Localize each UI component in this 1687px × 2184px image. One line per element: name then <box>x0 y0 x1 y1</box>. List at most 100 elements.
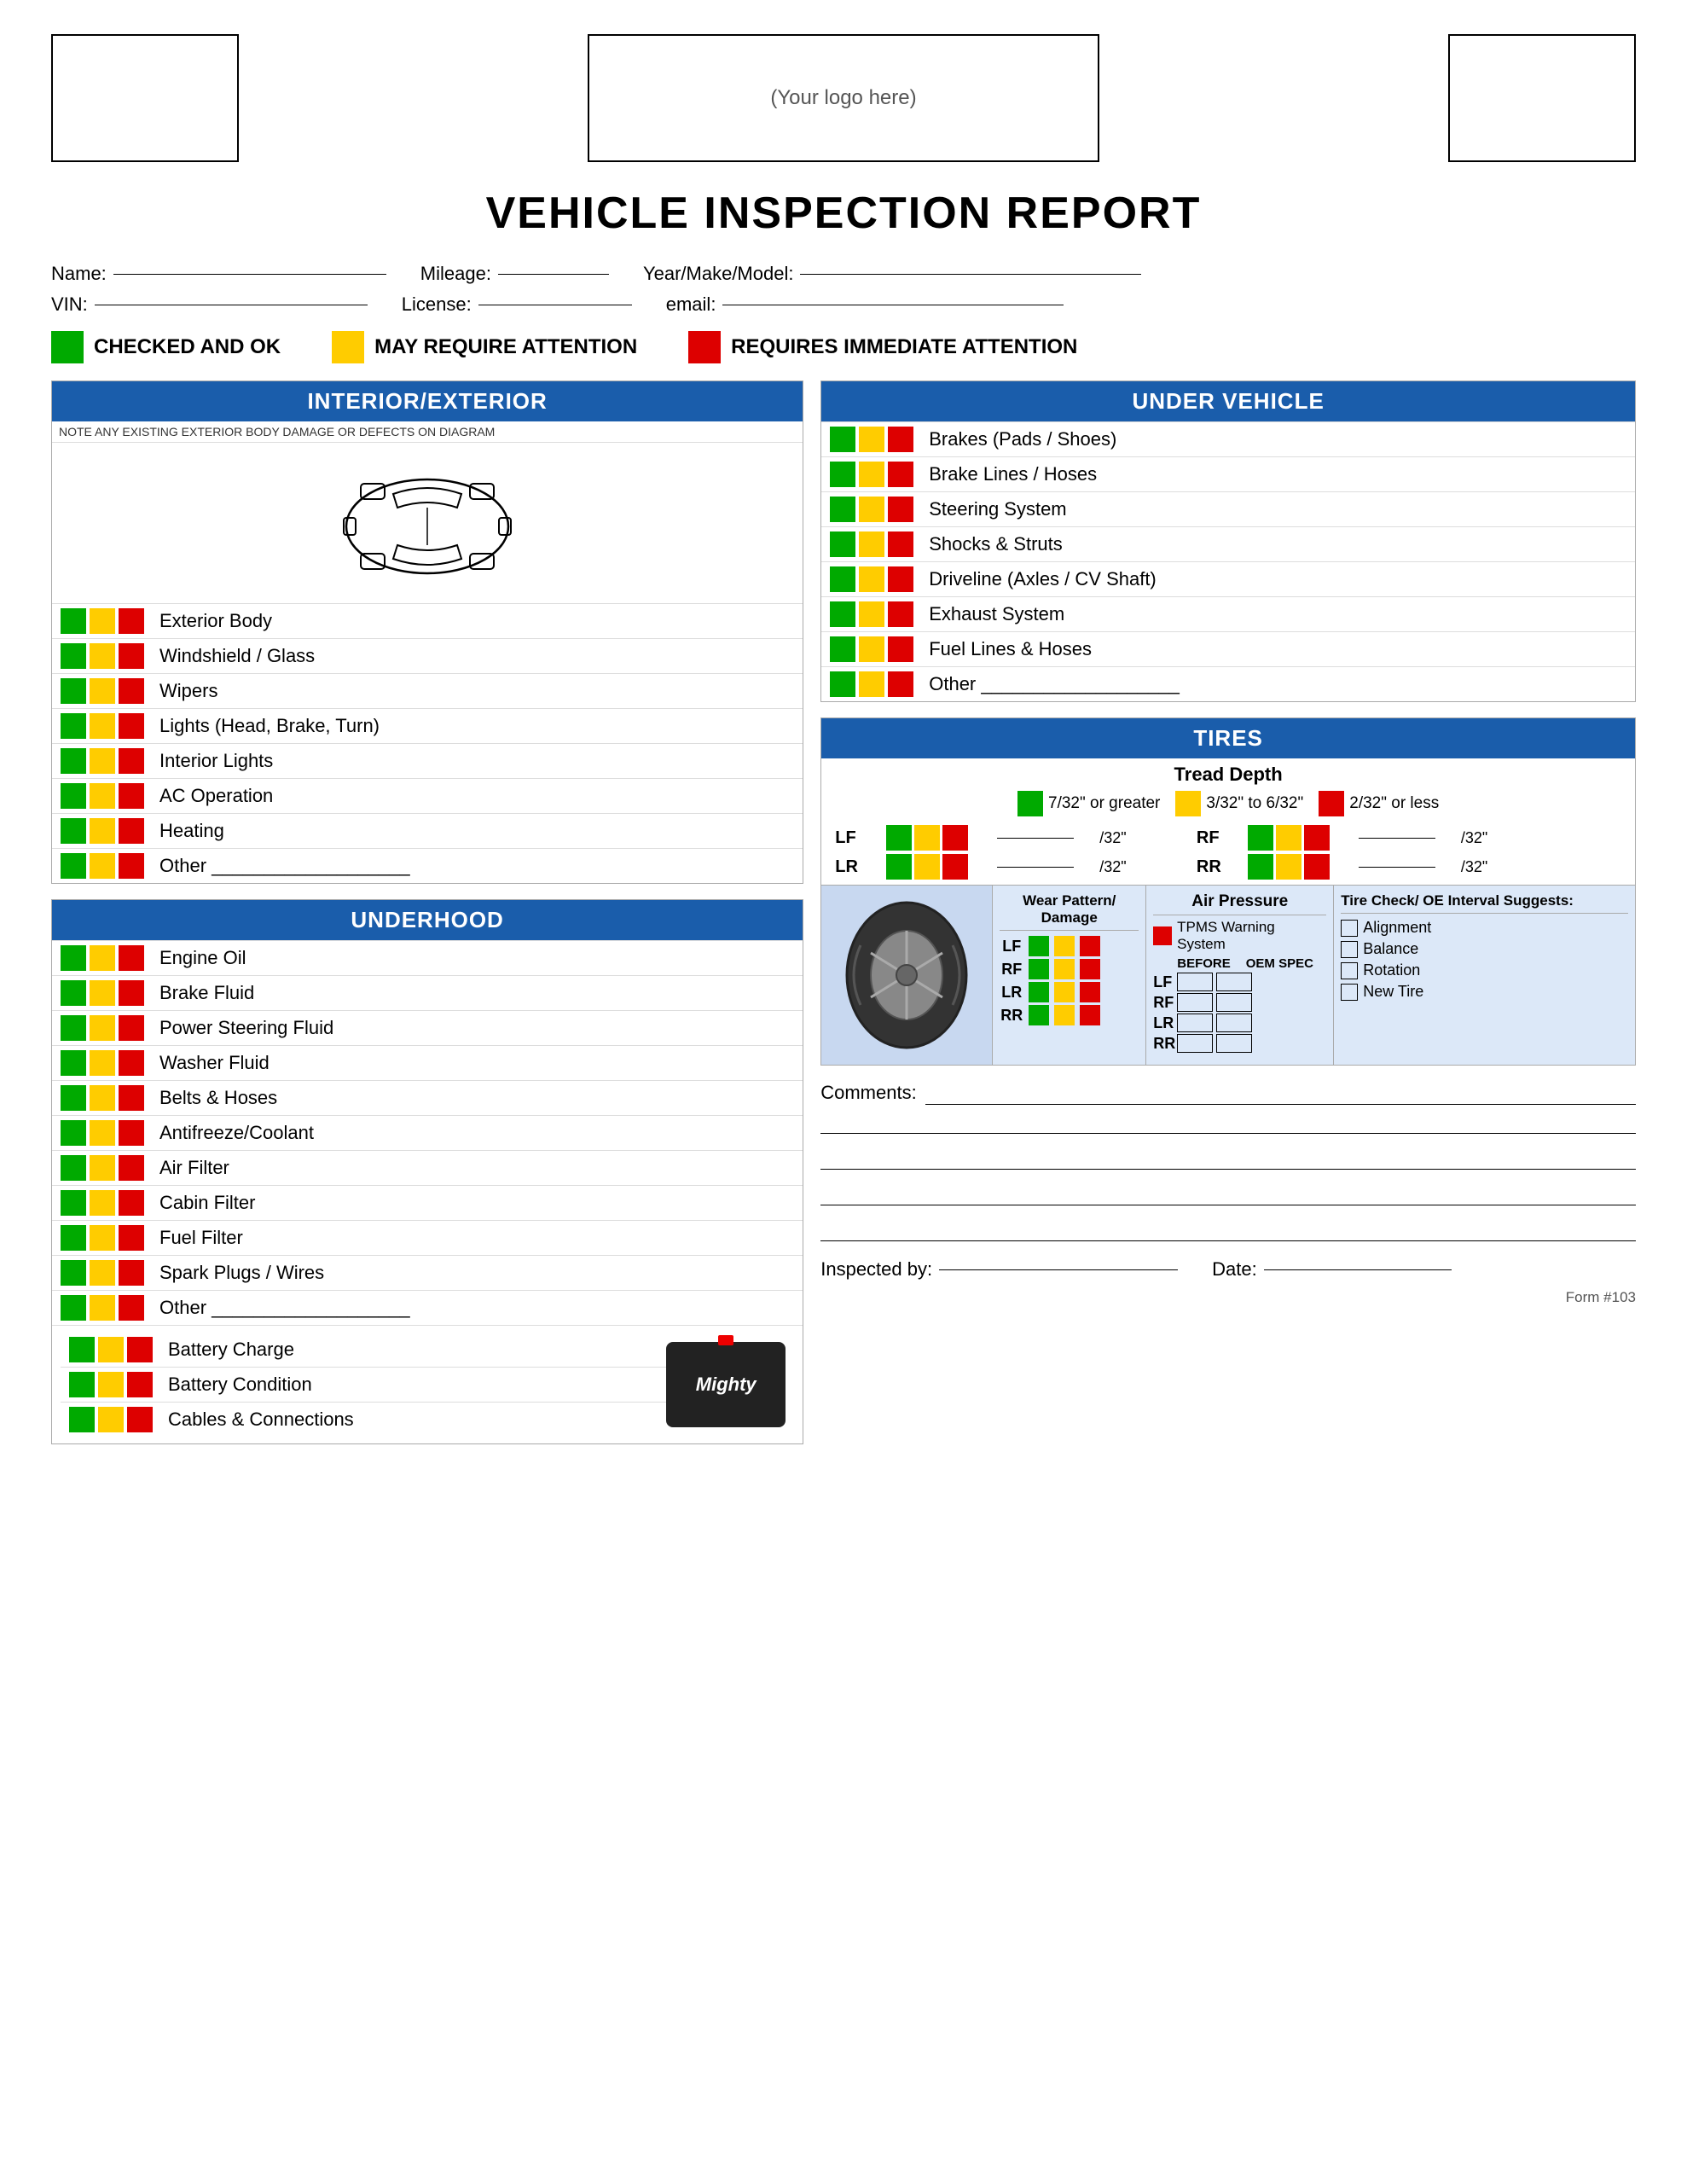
green-box <box>61 643 86 669</box>
yellow-box <box>90 853 115 879</box>
red-box <box>888 427 913 452</box>
underhood-item-label-6: Air Filter <box>159 1157 229 1179</box>
comment-line-5[interactable] <box>820 1217 1636 1241</box>
main-content: INTERIOR/EXTERIOR NOTE ANY EXISTING EXTE… <box>51 380 1636 1460</box>
red-box <box>119 643 144 669</box>
underhood-item-0: Engine Oil <box>52 940 803 975</box>
name-input[interactable] <box>113 274 386 275</box>
form-line-2: VIN: License: email: <box>51 293 1636 316</box>
air-positions: LFRFLRRR <box>1153 973 1326 1053</box>
wear-pattern-title: Wear Pattern/ Damage <box>1000 892 1139 931</box>
rr-reading[interactable] <box>1359 867 1435 868</box>
underhood-items: Engine OilBrake FluidPower Steering Flui… <box>52 940 803 1325</box>
underhood-item-9: Spark Plugs / Wires <box>52 1255 803 1290</box>
uv-item-5: Exhaust System <box>821 596 1635 631</box>
rf-color-boxes <box>1248 825 1330 851</box>
check-box-new-tire[interactable] <box>1341 984 1358 1001</box>
air-pos-label-rr: RR <box>1153 1035 1174 1053</box>
lf-label: LF <box>835 828 861 848</box>
yellow-box <box>859 671 884 697</box>
yellow-wear-rf <box>1054 959 1075 979</box>
rr-red <box>1304 854 1330 880</box>
check-item-label-3: New Tire <box>1363 983 1423 1001</box>
green-box <box>830 497 855 522</box>
yellow-box <box>859 636 884 662</box>
check-box-alignment[interactable] <box>1341 920 1358 937</box>
uv-item-label-4: Driveline (Axles / CV Shaft) <box>929 568 1157 590</box>
color-boxes <box>61 945 144 971</box>
red-wear-rf <box>1080 959 1100 979</box>
mileage-input[interactable] <box>498 274 609 275</box>
color-boxes <box>61 1120 144 1146</box>
comments-input[interactable] <box>925 1081 1636 1105</box>
air-oemspec-rf[interactable] <box>1216 993 1252 1012</box>
tread-green: 7/32" or greater <box>1017 791 1160 816</box>
lf-red <box>942 825 968 851</box>
oemspec-label: OEM SPEC <box>1246 956 1313 971</box>
red-box <box>888 462 913 487</box>
color-boxes <box>61 608 144 634</box>
mileage-field: Mileage: <box>420 263 609 285</box>
air-oemspec-rr[interactable] <box>1216 1034 1252 1053</box>
logo-center: (Your logo here) <box>588 34 1099 162</box>
battery-item-0: Battery Charge <box>61 1333 666 1367</box>
tpms-label: TPMS Warning System <box>1177 919 1326 953</box>
yellow-box <box>90 608 115 634</box>
check-box-balance[interactable] <box>1341 941 1358 958</box>
lf-reading[interactable] <box>997 838 1074 839</box>
air-pos-label-lf: LF <box>1153 973 1174 991</box>
tire-readings: LF /32" RF <box>821 822 1635 885</box>
ie-item-5: AC Operation <box>52 778 803 813</box>
yellow-wear-rr <box>1054 1005 1075 1025</box>
air-before-rf[interactable] <box>1177 993 1213 1012</box>
comment-line-3[interactable] <box>820 1146 1636 1170</box>
battery-item-2: Cables & Connections <box>61 1402 666 1437</box>
comments-section: Comments: Inspected by: Date: Form #103 <box>820 1081 1636 1306</box>
air-oemspec-lf[interactable] <box>1216 973 1252 991</box>
uv-item-label-0: Brakes (Pads / Shoes) <box>929 428 1116 450</box>
yellow-box <box>98 1407 124 1432</box>
tread-green-label: 7/32" or greater <box>1048 794 1160 813</box>
uv-item-label-5: Exhaust System <box>929 603 1064 625</box>
air-before-rr[interactable] <box>1177 1034 1213 1053</box>
battery-item-label-1: Battery Condition <box>168 1374 312 1396</box>
yellow-box <box>90 1190 115 1216</box>
tire-image-col <box>821 886 992 1065</box>
date-input[interactable] <box>1264 1269 1452 1270</box>
red-wear-lr <box>1080 982 1100 1002</box>
tires-header: TIRES <box>821 718 1635 758</box>
inspected-by-input[interactable] <box>939 1269 1178 1270</box>
red-label: REQUIRES IMMEDIATE ATTENTION <box>731 335 1077 359</box>
green-wear-lf <box>1029 936 1049 956</box>
green-wear-rf <box>1029 959 1049 979</box>
date-field: Date: <box>1212 1258 1452 1281</box>
check-box-rotation[interactable] <box>1341 962 1358 979</box>
green-box <box>61 1225 86 1251</box>
color-boxes <box>69 1372 153 1397</box>
comment-line-2[interactable] <box>820 1110 1636 1134</box>
color-boxes <box>61 980 144 1006</box>
lr-reading[interactable] <box>997 867 1074 868</box>
underhood-item-7: Cabin Filter <box>52 1185 803 1220</box>
date-label: Date: <box>1212 1258 1257 1281</box>
air-before-lf[interactable] <box>1177 973 1213 991</box>
color-boxes <box>830 497 913 522</box>
legend-green: CHECKED AND OK <box>51 331 281 363</box>
rf-unit: /32" <box>1461 829 1487 847</box>
color-boxes <box>830 636 913 662</box>
logo-left <box>51 34 239 162</box>
green-wear-rr <box>1029 1005 1049 1025</box>
yellow-box <box>90 945 115 971</box>
red-box <box>119 1260 144 1286</box>
red-box <box>127 1337 153 1362</box>
color-boxes <box>61 1190 144 1216</box>
air-before-lr[interactable] <box>1177 1014 1213 1032</box>
wear-pos-lf: LF <box>1000 936 1139 956</box>
year-make-model-input[interactable] <box>800 274 1141 275</box>
red-box <box>119 853 144 879</box>
yellow-box <box>859 601 884 627</box>
comment-line-4[interactable] <box>820 1182 1636 1205</box>
air-oemspec-lr[interactable] <box>1216 1014 1252 1032</box>
rf-reading[interactable] <box>1359 838 1435 839</box>
wear-pos-rf: RF <box>1000 959 1139 979</box>
